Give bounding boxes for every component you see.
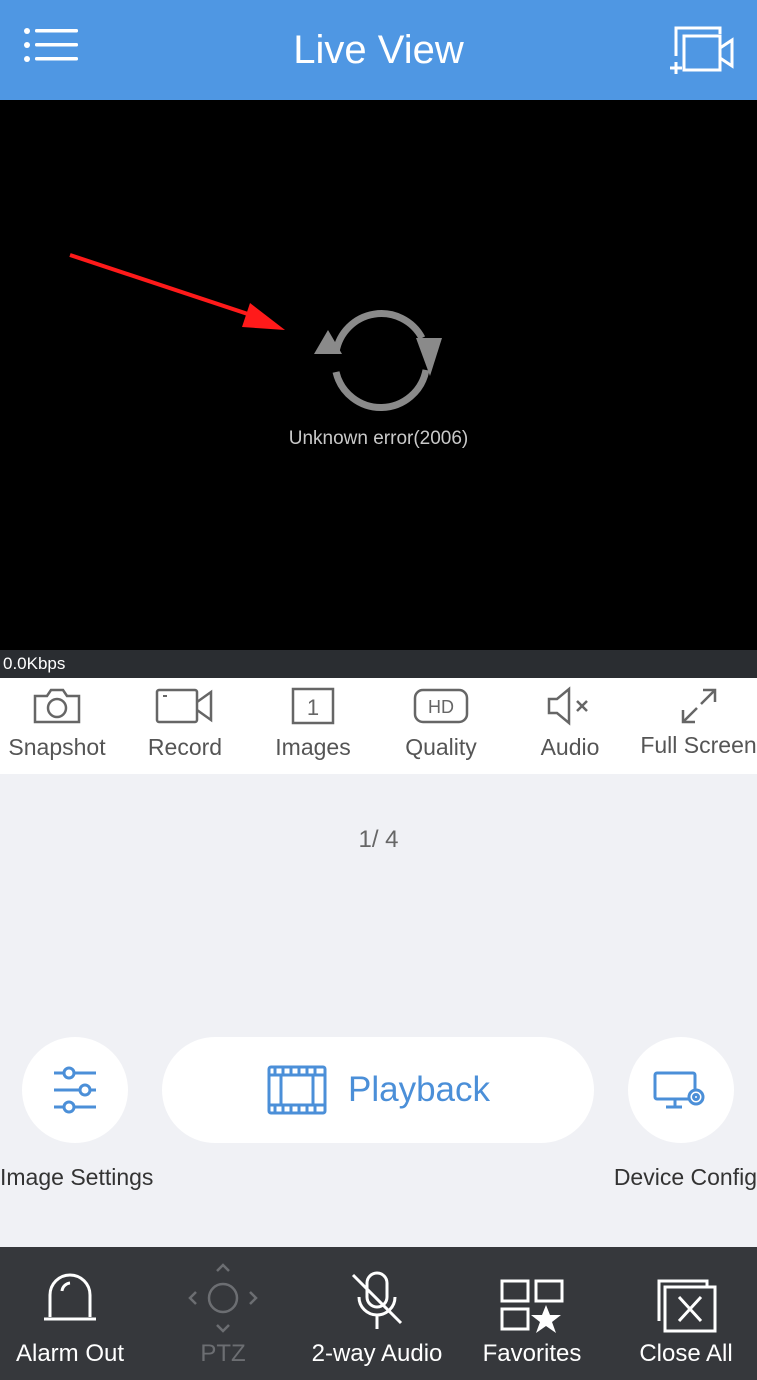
image-settings-button[interactable] xyxy=(22,1037,128,1143)
refresh-icon[interactable] xyxy=(308,298,448,418)
two-way-audio-label: 2-way Audio xyxy=(311,1340,443,1367)
favorites-label: Favorites xyxy=(482,1340,582,1367)
ptz-icon xyxy=(188,1263,258,1333)
alarm-light-icon xyxy=(44,1273,96,1321)
images-label: Images xyxy=(275,734,351,760)
full-screen-label: Full Screen xyxy=(640,732,757,758)
favorites-button[interactable]: Favorites xyxy=(462,1247,602,1380)
device-config-label: Device Config xyxy=(613,1164,757,1190)
close-windows-icon xyxy=(657,1279,717,1333)
page-indicator: 1/ 4 xyxy=(358,826,399,853)
alarm-out-label: Alarm Out xyxy=(15,1340,125,1367)
speaker-muted-icon xyxy=(547,686,588,726)
alarm-out-button[interactable]: Alarm Out xyxy=(0,1247,140,1380)
menu-icon xyxy=(24,28,78,62)
quality-label: Quality xyxy=(405,734,477,760)
expand-icon xyxy=(681,688,716,724)
record-label: Record xyxy=(147,734,223,760)
images-button[interactable]: 1 Images xyxy=(256,678,370,774)
favorites-grid-star-icon xyxy=(500,1279,564,1333)
ptz-button[interactable]: PTZ xyxy=(153,1247,293,1380)
audio-button[interactable]: Audio xyxy=(512,678,628,774)
playback-label: Playback xyxy=(348,1070,491,1109)
bottom-action-bar: Alarm Out PTZ 2-way Audio Favorites Clos… xyxy=(0,1247,757,1380)
audio-label: Audio xyxy=(540,734,600,760)
images-count: 1 xyxy=(307,695,319,720)
record-button[interactable]: Record xyxy=(128,678,242,774)
menu-button[interactable] xyxy=(18,22,84,78)
camera-icon xyxy=(33,688,81,724)
add-view-button[interactable] xyxy=(668,22,740,78)
full-screen-button[interactable]: Full Screen xyxy=(640,678,757,774)
ptz-label: PTZ xyxy=(200,1340,246,1367)
snapshot-label: Snapshot xyxy=(8,734,106,760)
annotation-arrow-icon xyxy=(69,253,285,330)
bitrate-readout: 0.0Kbps xyxy=(3,654,66,673)
snapshot-button[interactable]: Snapshot xyxy=(0,678,114,774)
image-settings-label: Image Settings xyxy=(0,1164,154,1190)
page-title: Live View xyxy=(293,28,464,72)
film-icon xyxy=(267,1065,327,1115)
monitor-gear-icon xyxy=(653,1071,705,1109)
close-all-button[interactable]: Close All xyxy=(615,1247,757,1380)
two-way-audio-button[interactable]: 2-way Audio xyxy=(306,1247,448,1380)
sliders-icon xyxy=(54,1066,96,1114)
close-all-label: Close All xyxy=(639,1340,733,1367)
error-message: Unknown error(2006) xyxy=(288,428,469,449)
status-strip xyxy=(0,650,757,678)
layout-count-icon: 1 xyxy=(291,687,335,725)
microphone-muted-icon xyxy=(351,1271,403,1329)
video-toolbar: Snapshot Record 1 Images HD Quality Audi… xyxy=(0,678,757,774)
hd-badge: HD xyxy=(428,697,454,717)
quality-button[interactable]: HD Quality xyxy=(384,678,498,774)
video-camera-icon xyxy=(155,688,213,724)
device-config-button[interactable] xyxy=(628,1037,734,1143)
add-window-icon xyxy=(670,26,734,74)
hd-icon: HD xyxy=(413,688,469,724)
